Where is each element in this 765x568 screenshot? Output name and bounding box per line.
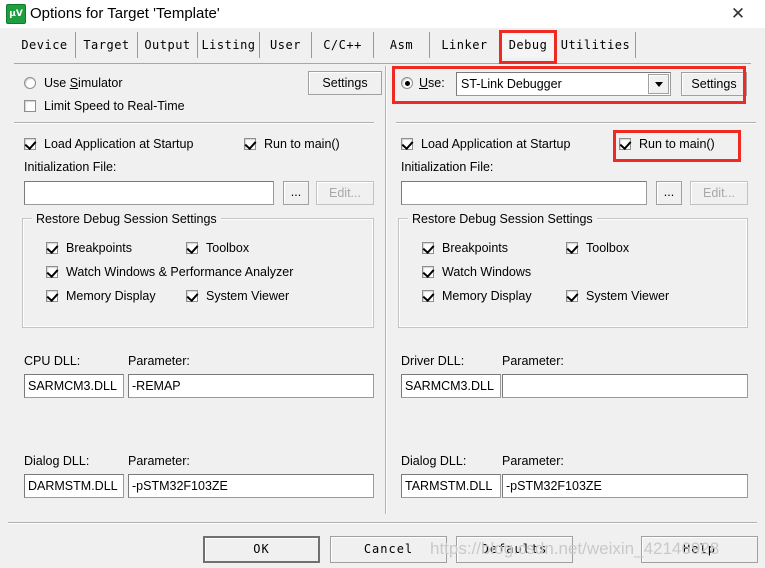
- restore-watch-windows-label-sim: Watch Windows & Performance Analyzer: [66, 265, 294, 279]
- driver-parameter-input[interactable]: [502, 374, 748, 398]
- restore-system-viewer-label-dbg: System Viewer: [586, 289, 670, 303]
- tab-user[interactable]: User: [260, 32, 312, 58]
- tab-utilities[interactable]: Utilities: [556, 32, 636, 58]
- restore-memory-display-label-sim: Memory Display: [66, 289, 156, 303]
- init-file-input-sim[interactable]: [24, 181, 274, 205]
- tab-listing[interactable]: Listing: [198, 32, 260, 58]
- restore-system-viewer-checkbox-dbg[interactable]: [566, 290, 578, 302]
- restore-toolbox-label-dbg: Toolbox: [586, 241, 630, 255]
- dialog-parameter-label-dbg: Parameter:: [502, 454, 564, 468]
- close-icon[interactable]: ✕: [717, 0, 759, 28]
- run-to-main-checkbox-dbg[interactable]: [619, 138, 631, 150]
- load-app-at-startup-checkbox-dbg[interactable]: [401, 138, 413, 150]
- restore-watch-windows-label-dbg: Watch Windows: [442, 265, 532, 279]
- cancel-button[interactable]: Cancel: [330, 536, 447, 563]
- init-file-input-dbg[interactable]: [401, 181, 647, 205]
- use-debugger-label: Use:: [419, 76, 445, 90]
- init-file-edit-button-dbg: Edit...: [690, 181, 748, 205]
- restore-toolbox-label-sim: Toolbox: [206, 241, 250, 255]
- panel-divider: [385, 66, 387, 514]
- restore-breakpoints-label-dbg: Breakpoints: [442, 241, 509, 255]
- dialog-dll-label-sim: Dialog DLL:: [24, 454, 90, 468]
- limit-speed-checkbox[interactable]: [24, 100, 36, 112]
- limit-speed-label: Limit Speed to Real-Time: [44, 99, 185, 113]
- tab-strip: Device Target Output Listing User C/C++ …: [0, 28, 765, 64]
- restore-session-group-title-sim: Restore Debug Session Settings: [32, 212, 221, 226]
- init-file-edit-button-sim: Edit...: [316, 181, 374, 205]
- restore-toolbox-checkbox-dbg[interactable]: [566, 242, 578, 254]
- restore-watch-windows-checkbox-sim[interactable]: [46, 266, 58, 278]
- simulator-settings-button[interactable]: Settings: [308, 71, 382, 95]
- run-to-main-label-sim: Run to main(): [264, 137, 340, 151]
- cpu-parameter-label: Parameter:: [128, 354, 190, 368]
- use-simulator-radio[interactable]: [24, 77, 36, 89]
- tab-target[interactable]: Target: [76, 32, 138, 58]
- driver-dll-label: Driver DLL:: [401, 354, 465, 368]
- title-bar: µV Options for Target 'Template' ✕: [0, 0, 765, 28]
- chevron-down-icon[interactable]: [648, 74, 669, 94]
- debugger-select[interactable]: ST-Link Debugger: [456, 72, 671, 96]
- dialog-footer: OK Cancel Defaults Help: [0, 520, 765, 568]
- restore-breakpoints-checkbox-dbg[interactable]: [422, 242, 434, 254]
- tab-linker[interactable]: Linker: [430, 32, 500, 58]
- restore-system-viewer-checkbox-sim[interactable]: [186, 290, 198, 302]
- restore-session-group-title-dbg: Restore Debug Session Settings: [408, 212, 597, 226]
- load-app-at-startup-label-sim: Load Application at Startup: [44, 137, 194, 151]
- debugger-settings-button[interactable]: Settings: [681, 72, 747, 96]
- cpu-dll-input[interactable]: SARMCM3.DLL: [24, 374, 124, 398]
- restore-memory-display-checkbox-dbg[interactable]: [422, 290, 434, 302]
- dialog-parameter-input-dbg[interactable]: -pSTM32F103ZE: [502, 474, 748, 498]
- restore-breakpoints-checkbox-sim[interactable]: [46, 242, 58, 254]
- tab-device[interactable]: Device: [14, 32, 76, 58]
- tab-debug[interactable]: Debug: [500, 32, 556, 58]
- init-file-browse-button-dbg[interactable]: ...: [656, 181, 682, 205]
- help-button[interactable]: Help: [641, 536, 758, 563]
- init-file-label-sim: Initialization File:: [24, 160, 117, 174]
- tab-asm[interactable]: Asm: [374, 32, 430, 58]
- dialog-dll-input-sim[interactable]: DARMSTM.DLL: [24, 474, 124, 498]
- window-title: Options for Target 'Template': [30, 5, 220, 22]
- restore-watch-windows-checkbox-dbg[interactable]: [422, 266, 434, 278]
- dialog-parameter-input-sim[interactable]: -pSTM32F103ZE: [128, 474, 374, 498]
- left-separator: [14, 122, 374, 124]
- cpu-parameter-input[interactable]: -REMAP: [128, 374, 374, 398]
- footer-separator: [8, 522, 757, 524]
- restore-toolbox-checkbox-sim[interactable]: [186, 242, 198, 254]
- driver-parameter-label: Parameter:: [502, 354, 564, 368]
- restore-memory-display-checkbox-sim[interactable]: [46, 290, 58, 302]
- use-debugger-radio[interactable]: [401, 77, 413, 89]
- load-app-at-startup-checkbox-sim[interactable]: [24, 138, 36, 150]
- dialog-parameter-label-sim: Parameter:: [128, 454, 190, 468]
- run-to-main-label-dbg: Run to main(): [639, 137, 715, 151]
- defaults-button[interactable]: Defaults: [456, 536, 573, 563]
- dialog-dll-input-dbg[interactable]: TARMSTM.DLL: [401, 474, 501, 498]
- driver-dll-input[interactable]: SARMCM3.DLL: [401, 374, 501, 398]
- dialog-dll-label-dbg: Dialog DLL:: [401, 454, 467, 468]
- restore-system-viewer-label-sim: System Viewer: [206, 289, 290, 303]
- cpu-dll-label: CPU DLL:: [24, 354, 81, 368]
- init-file-browse-button-sim[interactable]: ...: [283, 181, 309, 205]
- ok-button[interactable]: OK: [203, 536, 320, 563]
- right-separator: [396, 122, 756, 124]
- tab-c-cpp[interactable]: C/C++: [312, 32, 374, 58]
- uvision-logo-icon: µV: [6, 4, 26, 24]
- dialog-content: Use Simulator Use Simulator Limit Speed …: [0, 64, 765, 520]
- init-file-label-dbg: Initialization File:: [401, 160, 494, 174]
- restore-breakpoints-label-sim: Breakpoints: [66, 241, 133, 255]
- restore-memory-display-label-dbg: Memory Display: [442, 289, 532, 303]
- use-simulator-label: Use Simulator: [44, 76, 123, 90]
- tab-output[interactable]: Output: [138, 32, 198, 58]
- load-app-at-startup-label-dbg: Load Application at Startup: [421, 137, 571, 151]
- run-to-main-checkbox-sim[interactable]: [244, 138, 256, 150]
